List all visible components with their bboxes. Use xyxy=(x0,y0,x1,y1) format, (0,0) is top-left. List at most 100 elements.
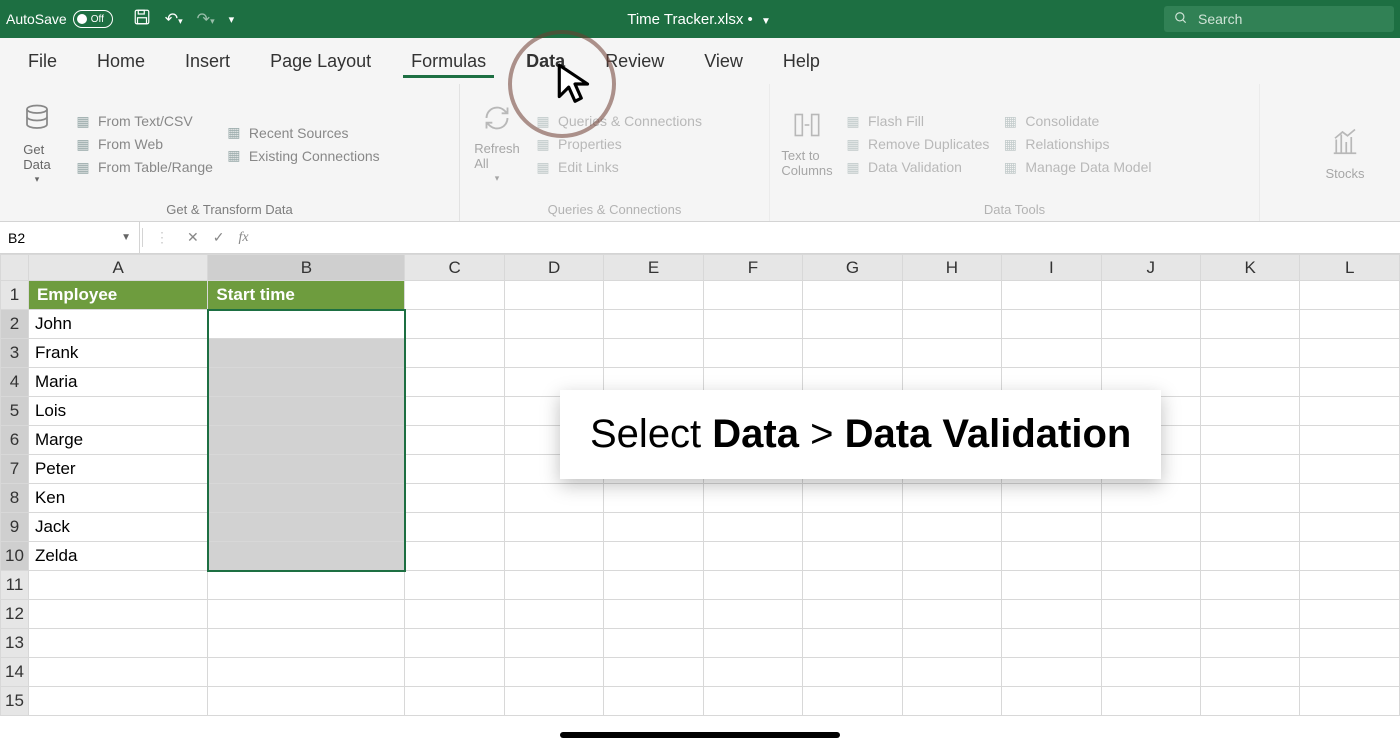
cell-K12[interactable] xyxy=(1200,600,1299,629)
cell-C5[interactable] xyxy=(405,397,504,426)
cell-B4[interactable] xyxy=(208,368,405,397)
cell-E3[interactable] xyxy=(604,339,703,368)
cell-J1[interactable] xyxy=(1101,281,1200,310)
cell-E10[interactable] xyxy=(604,542,703,571)
cell-E11[interactable] xyxy=(604,571,703,600)
cell-I12[interactable] xyxy=(1002,600,1101,629)
row-header-15[interactable]: 15 xyxy=(1,687,29,716)
cell-K13[interactable] xyxy=(1200,629,1299,658)
cell-I9[interactable] xyxy=(1002,513,1101,542)
tab-home[interactable]: Home xyxy=(77,38,165,84)
tab-page-layout[interactable]: Page Layout xyxy=(250,38,391,84)
ribbon-cmd-queries-connections[interactable]: ▦Queries & Connections xyxy=(534,113,702,130)
cell-J11[interactable] xyxy=(1101,571,1200,600)
col-header-B[interactable]: B xyxy=(208,255,405,281)
row-header-1[interactable]: 1 xyxy=(1,281,29,310)
col-header-F[interactable]: F xyxy=(703,255,802,281)
ribbon-cmd-from-text-csv[interactable]: ▦From Text/CSV xyxy=(74,113,213,130)
col-header-A[interactable]: A xyxy=(28,255,207,281)
cell-B6[interactable] xyxy=(208,426,405,455)
cell-K1[interactable] xyxy=(1200,281,1299,310)
row-header-4[interactable]: 4 xyxy=(1,368,29,397)
refresh-all-button[interactable]: RefreshAll ▾ xyxy=(472,90,522,198)
cell-F2[interactable] xyxy=(703,310,802,339)
cell-I1[interactable] xyxy=(1002,281,1101,310)
cell-A15[interactable] xyxy=(28,687,207,716)
fx-icon[interactable]: fx xyxy=(238,230,248,246)
cell-K2[interactable] xyxy=(1200,310,1299,339)
cell-G10[interactable] xyxy=(803,542,902,571)
cancel-icon[interactable]: ✕ xyxy=(187,229,199,246)
cell-B3[interactable] xyxy=(208,339,405,368)
cell-L4[interactable] xyxy=(1300,368,1400,397)
cell-G9[interactable] xyxy=(803,513,902,542)
cell-J2[interactable] xyxy=(1101,310,1200,339)
cell-H1[interactable] xyxy=(902,281,1001,310)
cell-C4[interactable] xyxy=(405,368,504,397)
cell-F1[interactable] xyxy=(703,281,802,310)
cell-C7[interactable] xyxy=(405,455,504,484)
cell-E15[interactable] xyxy=(604,687,703,716)
ribbon-cmd-from-web[interactable]: ▦From Web xyxy=(74,136,213,153)
cell-B5[interactable] xyxy=(208,397,405,426)
cell-B1[interactable]: Start time xyxy=(208,281,405,310)
col-header-L[interactable]: L xyxy=(1300,255,1400,281)
cell-D10[interactable] xyxy=(504,542,603,571)
cell-A13[interactable] xyxy=(28,629,207,658)
cell-I14[interactable] xyxy=(1002,658,1101,687)
row-header-7[interactable]: 7 xyxy=(1,455,29,484)
cell-B2[interactable] xyxy=(208,310,405,339)
cell-F14[interactable] xyxy=(703,658,802,687)
cell-A14[interactable] xyxy=(28,658,207,687)
cell-E9[interactable] xyxy=(604,513,703,542)
cell-C13[interactable] xyxy=(405,629,504,658)
cell-K8[interactable] xyxy=(1200,484,1299,513)
cell-D12[interactable] xyxy=(504,600,603,629)
cell-K5[interactable] xyxy=(1200,397,1299,426)
cell-I11[interactable] xyxy=(1002,571,1101,600)
cell-C6[interactable] xyxy=(405,426,504,455)
cell-F10[interactable] xyxy=(703,542,802,571)
cell-C10[interactable] xyxy=(405,542,504,571)
cell-H15[interactable] xyxy=(902,687,1001,716)
save-icon[interactable] xyxy=(133,8,151,31)
cell-H14[interactable] xyxy=(902,658,1001,687)
row-header-9[interactable]: 9 xyxy=(1,513,29,542)
cell-B8[interactable] xyxy=(208,484,405,513)
col-header-K[interactable]: K xyxy=(1200,255,1299,281)
cell-F15[interactable] xyxy=(703,687,802,716)
cell-E2[interactable] xyxy=(604,310,703,339)
row-header-8[interactable]: 8 xyxy=(1,484,29,513)
cell-C12[interactable] xyxy=(405,600,504,629)
get-data-button[interactable]: GetData ▾ xyxy=(12,90,62,198)
cell-D14[interactable] xyxy=(504,658,603,687)
cell-C8[interactable] xyxy=(405,484,504,513)
cell-D3[interactable] xyxy=(504,339,603,368)
cell-F9[interactable] xyxy=(703,513,802,542)
ribbon-cmd-existing-connections[interactable]: ▦Existing Connections xyxy=(225,147,380,164)
cell-F13[interactable] xyxy=(703,629,802,658)
cell-C11[interactable] xyxy=(405,571,504,600)
cell-C2[interactable] xyxy=(405,310,504,339)
cell-J12[interactable] xyxy=(1101,600,1200,629)
cell-G1[interactable] xyxy=(803,281,902,310)
text-to-columns-button[interactable]: Text toColumns xyxy=(782,90,832,198)
cell-A5[interactable]: Lois xyxy=(28,397,207,426)
cell-C3[interactable] xyxy=(405,339,504,368)
row-header-5[interactable]: 5 xyxy=(1,397,29,426)
cell-G15[interactable] xyxy=(803,687,902,716)
autosave-toggle[interactable]: AutoSave Off xyxy=(6,10,113,28)
cell-K10[interactable] xyxy=(1200,542,1299,571)
cell-A6[interactable]: Marge xyxy=(28,426,207,455)
cell-G12[interactable] xyxy=(803,600,902,629)
cell-C15[interactable] xyxy=(405,687,504,716)
row-header-12[interactable]: 12 xyxy=(1,600,29,629)
cell-L1[interactable] xyxy=(1300,281,1400,310)
tab-file[interactable]: File xyxy=(8,38,77,84)
cell-G11[interactable] xyxy=(803,571,902,600)
cell-J15[interactable] xyxy=(1101,687,1200,716)
cell-I2[interactable] xyxy=(1002,310,1101,339)
tab-review[interactable]: Review xyxy=(585,38,684,84)
cell-D13[interactable] xyxy=(504,629,603,658)
col-header-D[interactable]: D xyxy=(504,255,603,281)
